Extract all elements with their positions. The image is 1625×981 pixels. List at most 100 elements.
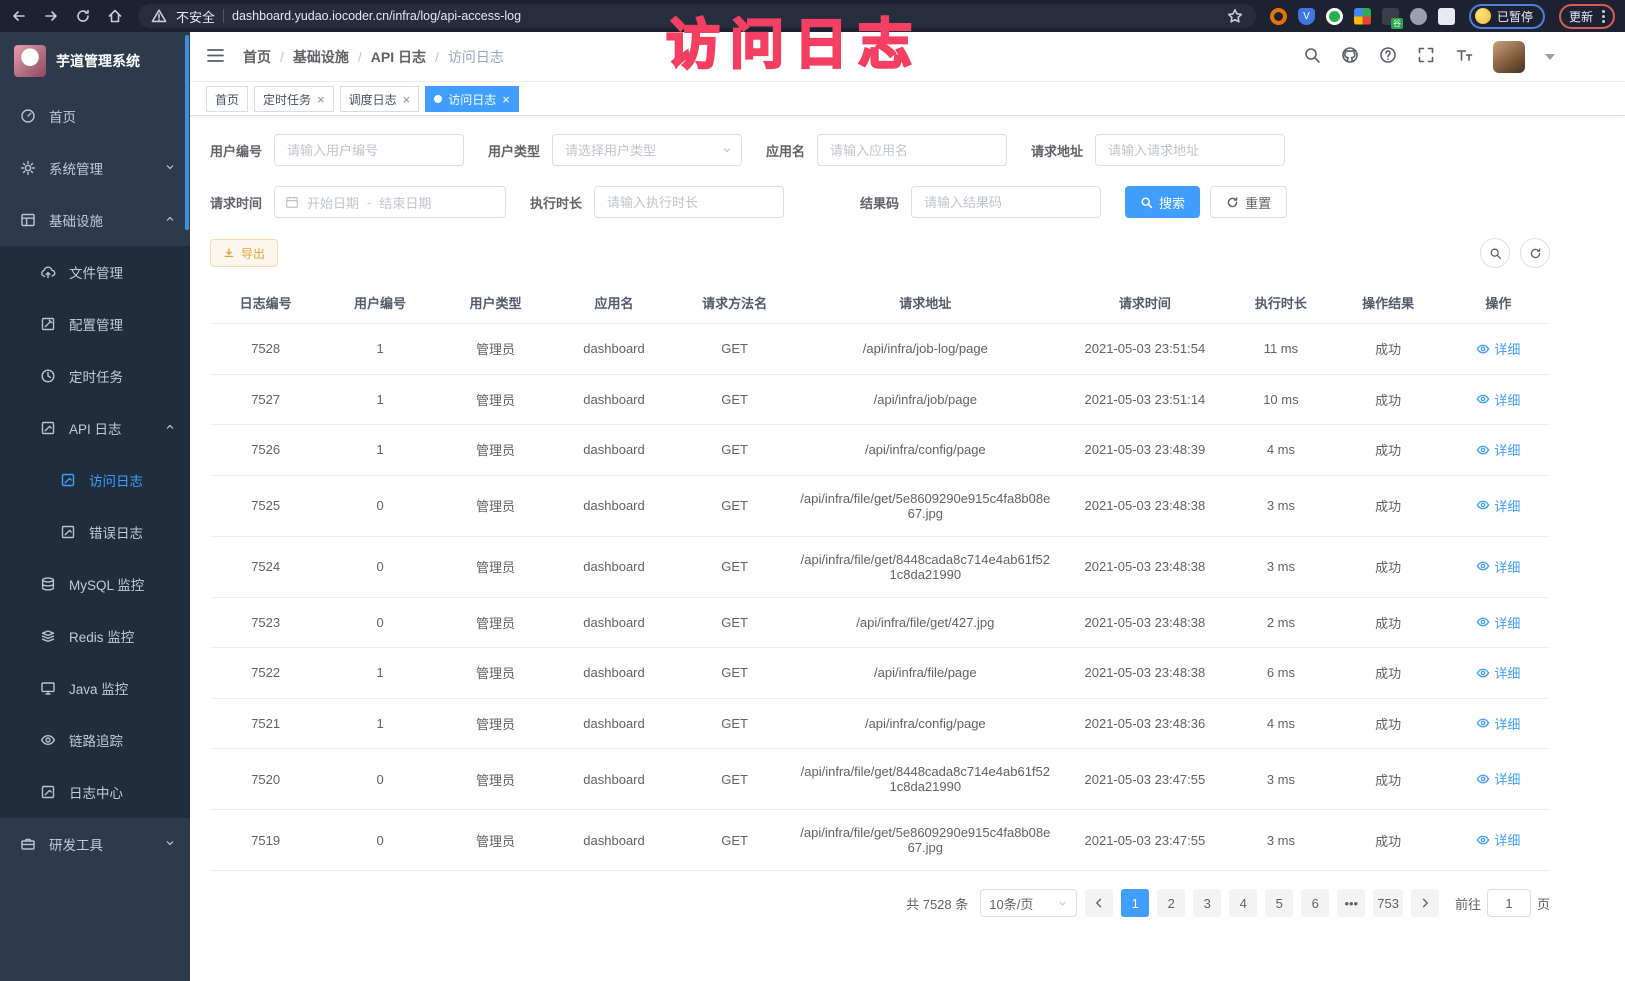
result-code-input[interactable] bbox=[911, 186, 1101, 218]
request-url-input[interactable] bbox=[1095, 134, 1285, 166]
tags-view: 首页 定时任务× 调度日志× 访问日志× bbox=[190, 82, 1625, 116]
sidebar-item-access-log[interactable]: 访问日志 bbox=[0, 454, 190, 506]
user-type-label: 用户类型 bbox=[488, 141, 540, 160]
help-icon[interactable] bbox=[1379, 46, 1397, 67]
sidebar-item-file-management[interactable]: 文件管理 bbox=[0, 246, 190, 298]
prev-page-button[interactable] bbox=[1085, 889, 1113, 917]
detail-link[interactable]: 详细 bbox=[1476, 557, 1520, 576]
user-type-select[interactable] bbox=[552, 134, 742, 166]
update-button[interactable]: 更新 bbox=[1559, 4, 1615, 29]
font-size-icon[interactable] bbox=[1455, 46, 1473, 67]
detail-link[interactable]: 详细 bbox=[1476, 390, 1520, 409]
pagination-ellipsis[interactable]: ••• bbox=[1337, 889, 1365, 917]
extension-grid-icon[interactable] bbox=[1354, 8, 1371, 25]
header-app-name: 应用名 bbox=[552, 282, 676, 324]
sidebar-scrollbar[interactable] bbox=[185, 35, 189, 230]
breadcrumb-infrastructure[interactable]: 基础设施 bbox=[293, 47, 349, 67]
back-icon[interactable] bbox=[10, 7, 28, 25]
goto-label: 前往 bbox=[1455, 894, 1481, 913]
tab-close-icon[interactable]: × bbox=[502, 93, 510, 106]
page-button-last[interactable]: 753 bbox=[1373, 889, 1403, 917]
avatar-caret-down-icon[interactable] bbox=[1545, 54, 1555, 60]
tab-close-icon[interactable]: × bbox=[403, 93, 411, 106]
refresh-table-button[interactable] bbox=[1520, 238, 1550, 268]
github-icon[interactable] bbox=[1341, 46, 1359, 67]
app-logo[interactable]: 芋道管理系统 bbox=[0, 32, 190, 90]
extension-ghost-icon[interactable] bbox=[1410, 8, 1427, 25]
page-button-3[interactable]: 3 bbox=[1193, 889, 1221, 917]
export-button[interactable]: 导出 bbox=[210, 239, 278, 267]
hamburger-icon[interactable] bbox=[206, 46, 225, 68]
sidebar-item-api-log[interactable]: API 日志 bbox=[0, 402, 190, 454]
detail-link[interactable]: 详细 bbox=[1476, 496, 1520, 515]
sidebar-item-trace[interactable]: 链路追踪 bbox=[0, 714, 190, 766]
sidebar-item-log-center[interactable]: 日志中心 bbox=[0, 766, 190, 818]
eye-icon bbox=[1476, 342, 1490, 356]
tab-home[interactable]: 首页 bbox=[206, 86, 248, 112]
detail-link[interactable]: 详细 bbox=[1476, 830, 1520, 849]
reload-icon[interactable] bbox=[74, 7, 92, 25]
breadcrumb-api-log[interactable]: API 日志 bbox=[371, 47, 426, 67]
goto-page-input[interactable] bbox=[1487, 889, 1531, 917]
sidebar-item-mysql-monitor[interactable]: MySQL 监控 bbox=[0, 558, 190, 610]
cell-request-url: /api/infra/config/page bbox=[793, 698, 1057, 749]
page-button-6[interactable]: 6 bbox=[1301, 889, 1329, 917]
duration-input[interactable] bbox=[594, 186, 784, 218]
sidebar-item-error-log[interactable]: 错误日志 bbox=[0, 506, 190, 558]
cell-request-time: 2021-05-03 23:48:38 bbox=[1057, 536, 1232, 597]
url-divider bbox=[223, 9, 224, 23]
sidebar-item-config-management[interactable]: 配置管理 bbox=[0, 298, 190, 350]
eye-icon bbox=[1476, 559, 1490, 573]
page-button-5[interactable]: 5 bbox=[1265, 889, 1293, 917]
user-id-input[interactable] bbox=[274, 134, 464, 166]
extension-shield-icon[interactable]: V bbox=[1298, 8, 1315, 25]
tab-schedule-log[interactable]: 调度日志× bbox=[340, 86, 420, 112]
tab-close-icon[interactable]: × bbox=[317, 93, 325, 106]
extension-puzzle-icon[interactable] bbox=[1438, 8, 1455, 25]
home-icon[interactable] bbox=[106, 7, 124, 25]
detail-link[interactable]: 详细 bbox=[1476, 714, 1520, 733]
sidebar-item-home[interactable]: 首页 bbox=[0, 90, 190, 142]
next-page-button[interactable] bbox=[1411, 889, 1439, 917]
page-button-2[interactable]: 2 bbox=[1157, 889, 1185, 917]
cell-result: 成功 bbox=[1329, 698, 1447, 749]
extension-donut-icon[interactable] bbox=[1270, 8, 1287, 25]
app-name-input[interactable] bbox=[817, 134, 1007, 166]
security-label: 不安全 bbox=[176, 7, 215, 26]
detail-link[interactable]: 详细 bbox=[1476, 613, 1520, 632]
sidebar-item-dev-tools[interactable]: 研发工具 bbox=[0, 818, 190, 870]
search-icon[interactable] bbox=[1303, 46, 1321, 67]
detail-link[interactable]: 详细 bbox=[1476, 769, 1520, 788]
user-type-select-input[interactable] bbox=[552, 134, 742, 166]
tab-access-log[interactable]: 访问日志× bbox=[425, 86, 519, 112]
detail-link[interactable]: 详细 bbox=[1476, 663, 1520, 682]
page-button-4[interactable]: 4 bbox=[1229, 889, 1257, 917]
kebab-menu-icon[interactable] bbox=[1602, 10, 1605, 23]
search-button[interactable]: 搜索 bbox=[1125, 186, 1200, 218]
sidebar-item-redis-monitor[interactable]: Redis 监控 bbox=[0, 610, 190, 662]
fullscreen-icon[interactable] bbox=[1417, 46, 1435, 67]
page-size-select[interactable]: 10条/页 bbox=[980, 889, 1077, 917]
paused-badge[interactable]: 已暂停 bbox=[1469, 4, 1545, 29]
user-avatar[interactable] bbox=[1493, 41, 1525, 73]
toggle-search-button[interactable] bbox=[1480, 238, 1510, 268]
request-time-range-picker[interactable]: 开始日期 - 结束日期 bbox=[274, 186, 506, 218]
sidebar-item-system[interactable]: 系统管理 bbox=[0, 142, 190, 194]
breadcrumb-home[interactable]: 首页 bbox=[243, 47, 271, 67]
page-button-1[interactable]: 1 bbox=[1121, 889, 1149, 917]
sidebar-item-java-monitor[interactable]: Java 监控 bbox=[0, 662, 190, 714]
reset-button[interactable]: 重置 bbox=[1210, 186, 1287, 218]
eye-icon bbox=[1476, 498, 1490, 512]
sidebar-item-infrastructure[interactable]: 基础设施 bbox=[0, 194, 190, 246]
detail-link[interactable]: 详细 bbox=[1476, 440, 1520, 459]
forward-icon[interactable] bbox=[42, 7, 60, 25]
sidebar-item-scheduled-tasks[interactable]: 定时任务 bbox=[0, 350, 190, 402]
detail-link[interactable]: 详细 bbox=[1476, 339, 1520, 358]
cell-user-id: 0 bbox=[321, 749, 439, 810]
extension-translate-icon[interactable]: 谷 bbox=[1382, 8, 1399, 25]
cell-request-url: /api/infra/file/get/8448cada8c714e4ab61f… bbox=[793, 536, 1057, 597]
bookmark-star-icon[interactable] bbox=[1226, 7, 1244, 25]
tab-scheduled-tasks[interactable]: 定时任务× bbox=[254, 86, 334, 112]
extension-green-circle-icon[interactable] bbox=[1326, 8, 1343, 25]
table-row: 7522 1 管理员 dashboard GET /api/infra/file… bbox=[210, 648, 1550, 699]
